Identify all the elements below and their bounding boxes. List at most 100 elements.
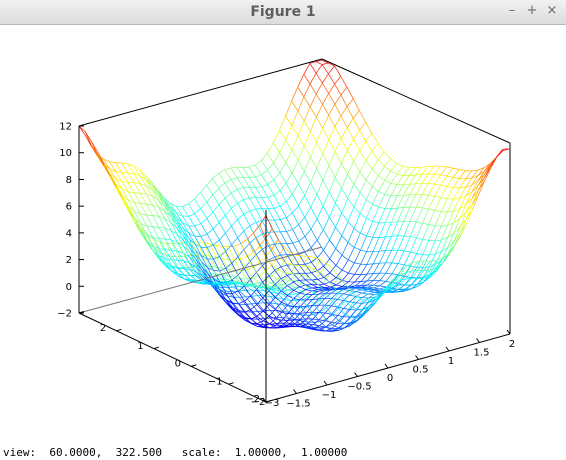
mesh-line-x xyxy=(316,127,323,143)
mesh-line-x xyxy=(391,263,399,275)
mesh-line-x xyxy=(291,86,299,102)
mesh-line-x xyxy=(316,229,324,241)
mesh-line-y xyxy=(253,224,261,234)
mesh-line-x xyxy=(434,174,441,185)
mesh-line-x xyxy=(391,235,399,251)
mesh-line-x xyxy=(246,239,254,253)
mesh-line-x xyxy=(379,272,387,281)
mesh-line-x xyxy=(286,229,293,232)
mesh-line-y xyxy=(365,141,373,152)
mesh-line-y xyxy=(255,208,263,221)
mesh-line-x xyxy=(328,202,336,218)
mesh-line-y xyxy=(279,190,287,202)
mesh-line-y xyxy=(428,183,435,185)
mesh-line-y xyxy=(377,143,385,153)
mesh-line-y xyxy=(335,202,342,214)
mesh-line-y xyxy=(289,254,297,265)
mesh-line-y xyxy=(246,252,254,258)
mesh-line-x xyxy=(289,279,296,282)
mesh-line-x xyxy=(402,167,410,176)
mesh-line-y xyxy=(121,162,129,173)
mesh-line-y xyxy=(219,239,226,252)
x-tick-label: 0 xyxy=(175,359,181,370)
mesh-line-y xyxy=(243,199,251,211)
z-tick-label: 0 xyxy=(66,282,72,293)
mesh-line-x xyxy=(273,130,280,143)
mesh-line-x xyxy=(273,152,280,164)
minimize-button[interactable]: – xyxy=(506,4,518,18)
mesh-line-x xyxy=(267,207,275,209)
mesh-line-y xyxy=(237,203,245,215)
mesh-line-x xyxy=(403,206,411,222)
mesh-line-y xyxy=(336,284,343,287)
mesh-line-y xyxy=(218,204,226,216)
mesh-line-y xyxy=(322,206,330,218)
mesh-line-y xyxy=(121,172,129,183)
mesh-line-y xyxy=(353,184,361,194)
mesh-line-x xyxy=(372,237,380,252)
mesh-line-y xyxy=(297,183,305,196)
mesh-line-x xyxy=(422,208,429,224)
mesh-line-y xyxy=(322,180,330,193)
mesh-line-y xyxy=(249,177,256,188)
mesh-line-y xyxy=(416,253,423,255)
mesh-line-y xyxy=(359,129,367,142)
mesh-line-x xyxy=(317,250,324,258)
mesh-line-y xyxy=(206,184,214,196)
mesh-line-x xyxy=(322,217,330,231)
mesh-line-x xyxy=(397,235,405,251)
mesh-line-y xyxy=(354,246,361,251)
mesh-line-y xyxy=(280,266,288,276)
mesh-line-x xyxy=(355,289,362,292)
mesh-line-y xyxy=(127,172,135,183)
mesh-line-x xyxy=(206,211,214,219)
mesh-line-x xyxy=(302,265,309,268)
mesh-line-x xyxy=(409,221,417,237)
mesh-line-x xyxy=(237,199,244,204)
mesh-line-x xyxy=(206,178,213,186)
mesh-line-y xyxy=(305,279,313,285)
mesh-line-x xyxy=(308,276,315,282)
y-tick-mark xyxy=(323,380,328,386)
mesh-line-y xyxy=(315,93,323,105)
close-button[interactable]: × xyxy=(546,4,558,18)
maximize-button[interactable]: + xyxy=(526,4,538,18)
window-titlebar[interactable]: Figure 1 – + × xyxy=(0,0,566,25)
plot-canvas[interactable]: −2 0 2 4 6 8 10 12 2 1 0 −1 −2 −3 −2 −1.5 −1 −0.5 0 0.5 1 1… xyxy=(0,25,566,460)
mesh-line-x xyxy=(134,202,141,204)
mesh-line-x xyxy=(257,295,265,304)
mesh-line-y xyxy=(328,139,336,152)
mesh-line-x xyxy=(453,187,460,200)
mesh-line-y xyxy=(397,249,405,252)
mesh-line-x xyxy=(346,98,354,107)
mesh-line-y xyxy=(361,292,369,295)
mesh-line-y xyxy=(446,186,454,189)
mesh-line-x xyxy=(291,135,299,151)
x-tick-label: 2 xyxy=(100,323,106,334)
mesh-line-y xyxy=(378,191,385,195)
mesh-line-y xyxy=(316,168,324,181)
mesh-line-y xyxy=(298,240,306,253)
mesh-line-y xyxy=(225,233,233,245)
x-tick-mark xyxy=(116,328,122,332)
mesh-line-y xyxy=(347,221,355,229)
mesh-line-x xyxy=(341,259,349,271)
mesh-line-x xyxy=(285,149,293,163)
mesh-line-y xyxy=(285,139,293,151)
mesh-line-y xyxy=(346,106,354,119)
mesh-line-y xyxy=(310,228,318,241)
mesh-line-x xyxy=(384,183,392,195)
mesh-line-x xyxy=(360,264,368,275)
mesh-line-y xyxy=(334,151,342,164)
mesh-line-y xyxy=(273,162,281,173)
mesh-line-x xyxy=(243,210,250,215)
mesh-line-x xyxy=(343,290,350,295)
mesh-line-y xyxy=(447,210,454,213)
mesh-line-x xyxy=(200,218,208,224)
mesh-line-x xyxy=(322,93,329,105)
mesh-line-y xyxy=(254,164,262,175)
mesh-line-y xyxy=(203,254,210,257)
mesh-line-x xyxy=(361,293,369,298)
mesh-line-x xyxy=(332,268,340,277)
mesh-line-x xyxy=(397,221,405,237)
